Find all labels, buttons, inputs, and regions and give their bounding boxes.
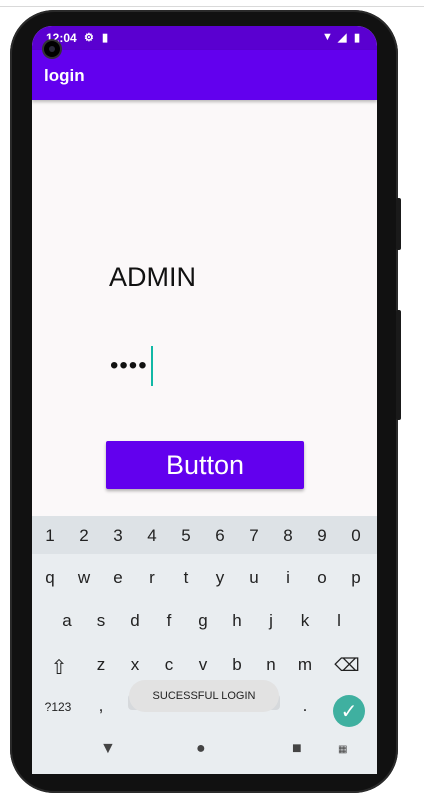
key-c[interactable]: c	[154, 655, 184, 675]
device-screen: 12:04 ⚙ ▮ ▼ ◢ ▮ login ADMIN •••• Button …	[32, 26, 377, 774]
symbols-key[interactable]: ?123	[40, 700, 76, 714]
key-y[interactable]: y	[205, 568, 235, 588]
app-title: login	[44, 66, 85, 85]
key-e[interactable]: e	[103, 568, 133, 588]
text-cursor	[151, 346, 153, 386]
app-bar: login	[32, 50, 377, 100]
key-a[interactable]: a	[52, 611, 82, 631]
period-key[interactable]: .	[290, 696, 320, 716]
key-j[interactable]: j	[256, 611, 286, 631]
key-z[interactable]: z	[86, 655, 116, 675]
key-l[interactable]: l	[324, 611, 354, 631]
settings-icon: ⚙	[84, 32, 94, 44]
battery-icon: ▮	[354, 32, 361, 44]
front-camera	[44, 41, 60, 57]
shift-icon[interactable]: ⇧	[44, 655, 74, 680]
soft-keyboard: 1 2 3 4 5 6 7 8 9 0 q w e r t y u i o p …	[32, 516, 377, 730]
key-1[interactable]: 1	[35, 526, 65, 546]
key-f[interactable]: f	[154, 611, 184, 631]
comma-key[interactable]: ,	[86, 696, 116, 716]
wifi-icon: ▼	[322, 31, 333, 43]
back-icon[interactable]: ▼	[100, 740, 116, 758]
status-bar: 12:04 ⚙ ▮ ▼ ◢ ▮	[32, 26, 377, 50]
key-8[interactable]: 8	[273, 526, 303, 546]
top-divider	[0, 6, 424, 7]
key-q[interactable]: q	[35, 568, 65, 588]
key-6[interactable]: 6	[205, 526, 235, 546]
key-m[interactable]: m	[290, 655, 320, 675]
login-button[interactable]: Button	[106, 441, 304, 489]
signal-icon: ◢	[338, 32, 347, 44]
home-icon[interactable]: ●	[196, 740, 206, 758]
key-4[interactable]: 4	[137, 526, 167, 546]
sd-card-icon: ▮	[102, 32, 109, 44]
key-x[interactable]: x	[120, 655, 150, 675]
key-h[interactable]: h	[222, 611, 252, 631]
key-0[interactable]: 0	[341, 526, 371, 546]
power-button	[396, 310, 401, 420]
recents-icon[interactable]: ■	[292, 740, 302, 758]
key-r[interactable]: r	[137, 568, 167, 588]
key-w[interactable]: w	[69, 568, 99, 588]
key-p[interactable]: p	[341, 568, 371, 588]
keyboard-switch-icon[interactable]: ▦	[338, 744, 347, 755]
key-b[interactable]: b	[222, 655, 252, 675]
username-field[interactable]: ADMIN	[109, 262, 196, 293]
key-t[interactable]: t	[171, 568, 201, 588]
key-2[interactable]: 2	[69, 526, 99, 546]
key-s[interactable]: s	[86, 611, 116, 631]
key-7[interactable]: 7	[239, 526, 269, 546]
key-5[interactable]: 5	[171, 526, 201, 546]
key-g[interactable]: g	[188, 611, 218, 631]
key-k[interactable]: k	[290, 611, 320, 631]
key-o[interactable]: o	[307, 568, 337, 588]
key-v[interactable]: v	[188, 655, 218, 675]
enter-check-icon[interactable]: ✓	[333, 695, 365, 727]
key-i[interactable]: i	[273, 568, 303, 588]
key-d[interactable]: d	[120, 611, 150, 631]
navigation-bar: ▼ ● ■ ▦	[32, 730, 377, 774]
key-n[interactable]: n	[256, 655, 286, 675]
key-3[interactable]: 3	[103, 526, 133, 546]
toast-message: SUCESSFUL LOGIN	[129, 680, 279, 712]
key-9[interactable]: 9	[307, 526, 337, 546]
volume-button	[396, 198, 401, 250]
password-field[interactable]: ••••	[110, 352, 148, 380]
backspace-icon[interactable]: ⌫	[332, 655, 362, 676]
key-u[interactable]: u	[239, 568, 269, 588]
